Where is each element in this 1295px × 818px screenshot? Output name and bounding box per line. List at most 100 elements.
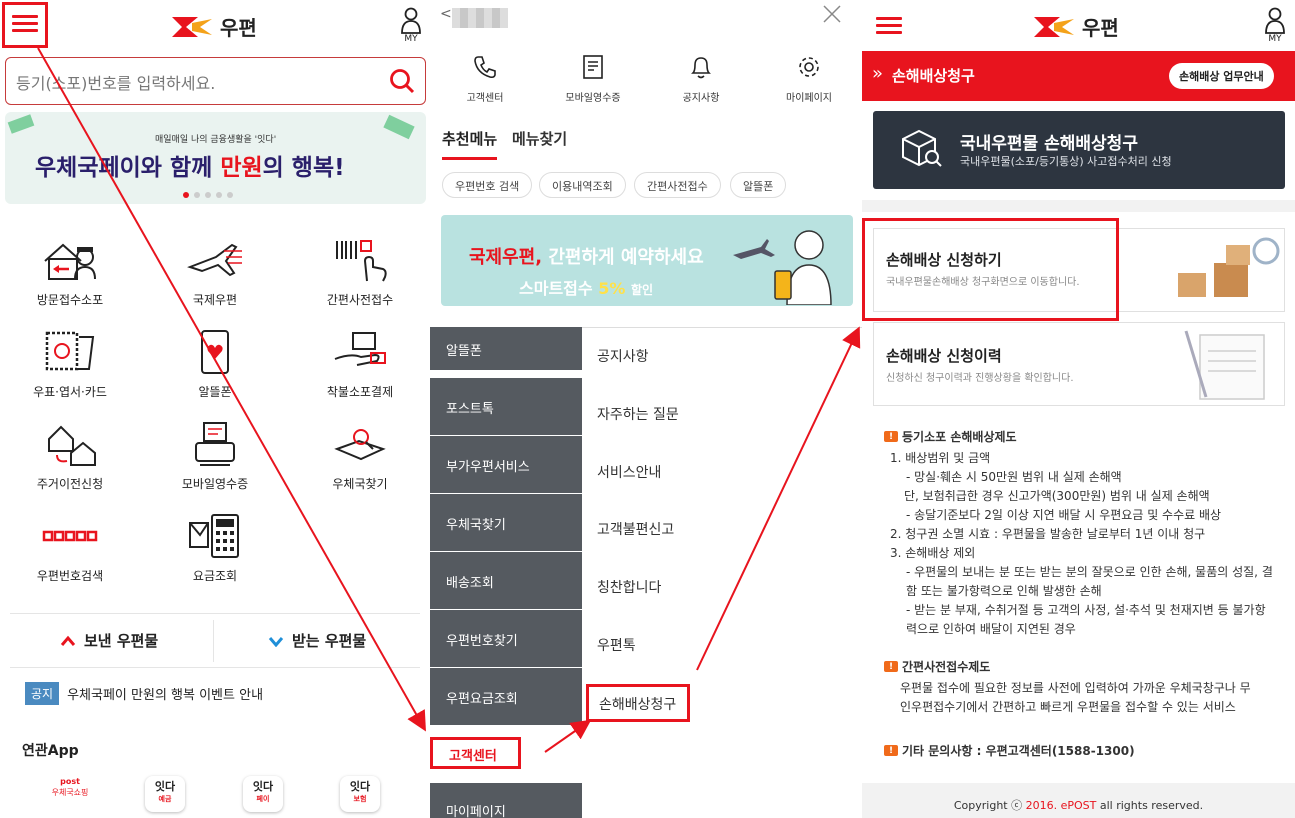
top-mobile-receipt[interactable]: 모바일영수증 <box>553 54 633 104</box>
right-menu-complaint[interactable]: 고객불편신고 <box>597 519 674 539</box>
top-icon-label: 공지사항 <box>682 93 720 104</box>
left-menu-customer-center[interactable]: 고객센터 <box>430 737 521 769</box>
top-customer-center[interactable]: 고객센터 <box>445 54 525 104</box>
search-icon[interactable] <box>389 68 415 94</box>
service-budget-phone[interactable]: 알뜰폰 <box>155 327 275 400</box>
app-itda-savings[interactable]: 잇다 예금 <box>145 776 185 812</box>
guide-button[interactable]: 손해배상 업무안내 <box>1169 63 1274 89</box>
sent-mail-tab[interactable]: 보낸 우편물 <box>60 630 158 651</box>
postcode-icon <box>42 530 98 542</box>
policy-line: 2. 청구권 소멸 시효 : 우편물을 발송한 날로부터 1년 이내 청구 <box>890 527 1206 541</box>
tab-recommended[interactable]: 추천메뉴 <box>442 128 498 160</box>
notice-row[interactable]: 공지 우체국페이 만원의 행복 이벤트 안내 <box>25 682 263 705</box>
phone-icon <box>474 56 496 79</box>
tag-budget-phone[interactable]: 알뜰폰 <box>730 172 787 198</box>
service-address-change[interactable]: 주거이전신청 <box>10 419 130 492</box>
banner-headline: 우체국페이와 함께 만원의 행복! <box>35 155 345 181</box>
service-visit-parcel[interactable]: 방문접수소포 <box>10 235 130 308</box>
tab-find-menu[interactable]: 메뉴찾기 <box>512 128 567 149</box>
service-label: 간편사전접수 <box>326 293 394 307</box>
left-menu-postage-lookup[interactable]: 우편요금조회 <box>430 668 582 725</box>
box-search-icon <box>902 129 942 167</box>
damage-claim-screen: 우편 MY » 손해배상청구 손해배상 업무안내 국내우편물 손해배상청구 국내… <box>862 0 1295 818</box>
service-cod-payment[interactable]: 착불소포결제 <box>300 327 420 400</box>
policy-title: 간편사전접수제도 <box>884 658 1251 677</box>
related-app-title: 연관App <box>22 743 79 759</box>
received-mail-tab[interactable]: 받는 우편물 <box>268 630 366 651</box>
highlight-box-apply <box>862 218 1119 321</box>
received-mail-label: 받는 우편물 <box>292 632 367 650</box>
left-menu-find-postcode[interactable]: 우편번호찾기 <box>430 610 582 667</box>
section-gap <box>862 200 1295 212</box>
service-international[interactable]: 국제우편 <box>155 235 275 308</box>
service-label: 알뜰폰 <box>198 385 232 399</box>
right-menu-damage-claim[interactable]: 손해배상청구 <box>586 684 690 722</box>
my-label: MY <box>1268 34 1282 44</box>
left-menu-my-page[interactable]: 마이페이지 <box>430 783 582 818</box>
banner-title: 국내우편물 손해배상청구 <box>960 134 1138 154</box>
banner-pagination[interactable] <box>183 192 233 198</box>
policy-line: - 우편물의 보내는 분 또는 받는 분의 잘못으로 인한 손해, 물품의 성질… <box>906 565 1273 579</box>
blurred-user-name <box>452 8 508 28</box>
divider <box>213 620 214 662</box>
right-menu-compliment[interactable]: 칭찬합니다 <box>597 577 661 597</box>
left-menu-delivery-tracking[interactable]: 배송조회 <box>430 552 582 609</box>
chevron-down-icon <box>268 636 284 647</box>
banner-small-text: 매일매일 나의 금융생활을 '잇다' <box>155 135 277 145</box>
right-menu-service-guide[interactable]: 서비스안내 <box>597 462 661 482</box>
highlight-box-menu <box>2 2 48 48</box>
app-label: 잇다 <box>349 780 371 793</box>
service-stamp-card[interactable]: 우표·엽서·카드 <box>10 327 130 400</box>
service-label: 요금조회 <box>192 569 238 583</box>
epost-logo[interactable]: 우편 <box>1034 12 1119 41</box>
service-label: 방문접수소포 <box>36 293 104 307</box>
registered-parcel-policy: 등기소포 손해배상제도 1. 배상범위 및 금액 - 망실·훼손 시 50만원 … <box>884 428 1273 639</box>
app-label: 우체국쇼핑 <box>51 788 89 797</box>
service-label: 우체국찾기 <box>332 477 388 491</box>
my-account-icon[interactable]: MY <box>400 7 422 44</box>
top-my-page[interactable]: 마이페이지 <box>769 54 849 104</box>
easy-pre-receipt-policy: 간편사전접수제도 우편물 접수에 필요한 정보를 사전에 입력하여 가까운 우체… <box>884 658 1251 717</box>
app-itda-pay[interactable]: 잇다 페이 <box>243 776 283 812</box>
intl-mail-banner[interactable]: 국제우편, 간편하게 예약하세요 스마트접수 5% 할인 <box>441 215 853 306</box>
tag-postcode-search[interactable]: 우편번호 검색 <box>442 172 533 198</box>
my-account-icon[interactable]: MY <box>1264 7 1286 44</box>
app-post-shopping[interactable]: post 우체국쇼핑 <box>48 776 92 812</box>
person-with-phone-illustration <box>733 230 832 305</box>
left-menu-budget-phone[interactable]: 알뜰폰 <box>430 327 582 370</box>
top-notices[interactable]: 공지사항 <box>661 54 741 104</box>
logo-text: 우편 <box>220 16 257 40</box>
epost-logo[interactable]: 우편 <box>172 12 257 41</box>
policy-line: 우편물 접수에 필요한 정보를 사전에 입력하여 가까운 우체국창구나 무 <box>900 681 1251 695</box>
close-icon[interactable] <box>822 4 842 24</box>
notice-text: 우체국페이 만원의 행복 이벤트 안내 <box>67 688 264 703</box>
right-menu-notices[interactable]: 공지사항 <box>597 346 649 366</box>
banner-subtitle: 국내우편물(소포/등기통상) 사고접수처리 신청 <box>960 155 1172 168</box>
service-mobile-receipt[interactable]: 모바일영수증 <box>155 419 275 492</box>
tag-easy-pre-receipt[interactable]: 간편사전접수 <box>634 172 721 198</box>
promo-banner[interactable]: 매일매일 나의 금융생활을 '잇다' 우체국페이와 함께 만원의 행복! <box>5 112 426 204</box>
policy-title: 기타 문의사항 : 우편고객센터(1588-1300) <box>884 742 1135 761</box>
logo-text: 우편 <box>1082 16 1119 40</box>
service-postcode-search[interactable]: 우편번호검색 <box>10 511 130 584</box>
app-label: 잇다 <box>252 780 274 793</box>
footer-copyright: Copyright ⓒ 2016. ePOST all rights reser… <box>862 783 1295 818</box>
hamburger-menu-icon[interactable] <box>876 17 902 34</box>
app-itda-insurance[interactable]: 잇다 보험 <box>340 776 380 812</box>
right-menu-faq[interactable]: 자주하는 질문 <box>597 404 679 424</box>
home-courier-icon <box>44 243 96 280</box>
tag-usage-history[interactable]: 이용내역조회 <box>539 172 626 198</box>
left-menu-additional-services[interactable]: 부가우편서비스 <box>430 436 582 493</box>
left-menu-post-talk[interactable]: 포스트톡 <box>430 378 582 435</box>
back-icon[interactable]: < <box>440 6 452 22</box>
right-menu-post-talk[interactable]: 우편톡 <box>597 635 636 655</box>
service-easy-pre-receipt[interactable]: 간편사전접수 <box>300 235 420 308</box>
tracking-number-input[interactable]: 등기(소포)번호를 입력하세요. <box>5 57 426 105</box>
claim-history-card[interactable]: 손해배상 신청이력 신청하신 청구이력과 진행상황을 확인합니다. <box>873 322 1285 406</box>
service-find-post-office[interactable]: 우체국찾기 <box>300 419 420 492</box>
left-menu-find-post-office[interactable]: 우체국찾기 <box>430 494 582 551</box>
policy-line: 력으로 인하여 배달이 지연된 경우 <box>906 622 1076 636</box>
service-fee-lookup[interactable]: 요금조회 <box>155 511 275 584</box>
policy-line: 인우편접수기에서 간편하고 빠르게 우편물을 접수할 수 있는 서비스 <box>900 700 1236 714</box>
card-subtitle: 신청하신 청구이력과 진행상황을 확인합니다. <box>886 373 1074 384</box>
